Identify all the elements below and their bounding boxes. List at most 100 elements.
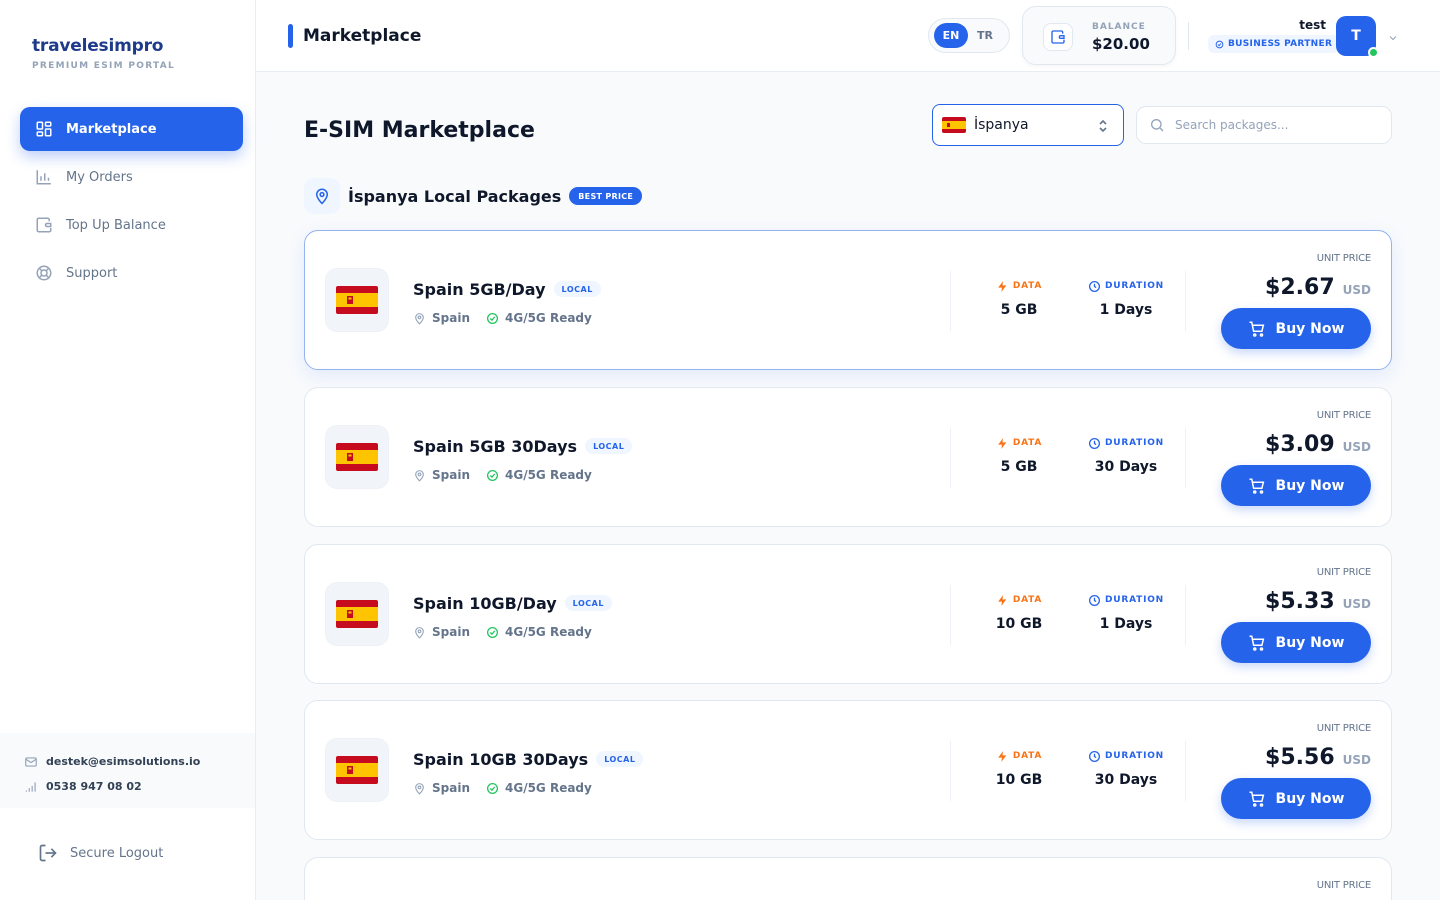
card-divider: [1185, 428, 1186, 488]
package-card[interactable]: Spain 5GB/Day LOCAL Spain 4G/5G Ready DA…: [304, 230, 1392, 370]
price-value: $3.09: [1265, 432, 1335, 457]
search-box: [1136, 106, 1392, 144]
sidebar-item-top-up-balance[interactable]: Top Up Balance: [20, 203, 243, 247]
package-name: Spain 10GB/Day: [413, 593, 557, 613]
check-circle-icon: [486, 782, 499, 795]
package-network: 4G/5G Ready: [505, 311, 592, 325]
grid-icon: [34, 119, 54, 139]
price-currency: USD: [1342, 597, 1371, 611]
brand-name: travelesimpro: [32, 36, 164, 56]
data-stat: DATA 10 GB: [985, 748, 1053, 788]
buy-now-button[interactable]: Buy Now: [1221, 778, 1371, 819]
duration-label: DURATION: [1104, 751, 1165, 761]
lifebuoy-icon: [34, 263, 54, 283]
card-divider: [950, 585, 951, 645]
package-country: Spain: [432, 625, 470, 639]
spain-flag-icon: [325, 425, 389, 489]
duration-value: 1 Days: [1099, 302, 1153, 318]
wallet-icon: [1043, 23, 1073, 51]
data-value: 5 GB: [1000, 459, 1038, 475]
price-value: $2.67: [1265, 275, 1335, 300]
package-network: 4G/5G Ready: [505, 468, 592, 482]
clock-icon: [1088, 594, 1101, 607]
clock-icon: [1088, 437, 1101, 450]
price-currency: USD: [1342, 753, 1371, 767]
duration-value: 30 Days: [1094, 459, 1158, 475]
map-pin-icon: [413, 782, 426, 795]
user-role-badge: BUSINESS PARTNER: [1208, 35, 1340, 53]
contact-email[interactable]: destek@esimsolutions.io: [24, 749, 255, 774]
duration-value: 30 Days: [1094, 772, 1158, 788]
card-divider: [950, 741, 951, 801]
sidebar-item-label: Support: [66, 265, 118, 281]
buy-now-label: Buy Now: [1275, 634, 1345, 651]
duration-value: 1 Days: [1099, 616, 1153, 632]
check-circle-icon: [486, 626, 499, 639]
spain-flag-icon: [325, 268, 389, 332]
card-divider: [950, 271, 951, 331]
map-pin-icon: [413, 469, 426, 482]
logout-button[interactable]: Secure Logout: [38, 843, 163, 863]
check-circle-icon: [486, 312, 499, 325]
lightning-icon: [996, 594, 1009, 607]
package-title: Spain 5GB/Day LOCAL: [413, 278, 601, 300]
data-value: 5 GB: [1000, 302, 1038, 318]
package-name: Spain 5GB 30Days: [413, 436, 578, 456]
buy-now-label: Buy Now: [1275, 477, 1345, 494]
page-title-text: Marketplace: [303, 26, 422, 46]
price-currency: USD: [1342, 440, 1371, 454]
package-card[interactable]: Spain 5GB 30Days LOCAL Spain 4G/5G Ready…: [304, 387, 1392, 527]
signal-icon: [24, 780, 38, 794]
data-stat: DATA 10 GB: [985, 592, 1053, 632]
sidebar-item-marketplace[interactable]: Marketplace: [20, 107, 243, 151]
unit-price-label: UNIT PRICE: [1316, 253, 1371, 264]
header-divider: [1188, 22, 1189, 50]
main-heading: E-SIM Marketplace: [304, 118, 535, 143]
contact-info: destek@esimsolutions.io 0538 947 08 02: [0, 733, 255, 808]
balance-card[interactable]: BALANCE $20.00: [1022, 6, 1176, 65]
package-network: 4G/5G Ready: [505, 625, 592, 639]
buy-now-button[interactable]: Buy Now: [1221, 465, 1371, 506]
package-title: Spain 5GB 30Days LOCAL: [413, 435, 633, 457]
balance-label: BALANCE: [1092, 22, 1146, 32]
price-value: $5.56: [1265, 745, 1335, 770]
duration-label: DURATION: [1104, 438, 1165, 448]
sidebar-item-my-orders[interactable]: My Orders: [20, 155, 243, 199]
section-title: İspanya Local Packages: [348, 186, 562, 206]
unit-price-label: UNIT PRICE: [1316, 410, 1371, 421]
duration-stat: DURATION 1 Days: [1075, 592, 1177, 632]
card-divider: [950, 428, 951, 488]
package-card[interactable]: Spain 10GB 30Days LOCAL Spain 4G/5G Read…: [304, 700, 1392, 840]
clock-icon: [1088, 280, 1101, 293]
cart-icon: [1248, 320, 1266, 338]
country-select[interactable]: İspanya: [932, 104, 1124, 146]
online-status-dot: [1368, 47, 1379, 58]
unit-price-label: UNIT PRICE: [1316, 880, 1371, 891]
price: $5.56 USD: [1265, 745, 1371, 770]
data-stat: DATA 5 GB: [985, 435, 1053, 475]
clock-icon: [1088, 750, 1101, 763]
chevron-down-icon[interactable]: [1387, 29, 1399, 48]
sidebar-item-support[interactable]: Support: [20, 251, 243, 295]
spain-flag-icon: [325, 582, 389, 646]
duration-stat: DURATION 30 Days: [1075, 748, 1177, 788]
brand-logo[interactable]: travelesimpro PREMIUM ESIM PORTAL: [32, 36, 175, 71]
user-role-text: BUSINESS PARTNER: [1228, 39, 1333, 49]
logout-icon: [38, 843, 58, 863]
lang-en-button[interactable]: EN: [934, 23, 968, 48]
local-badge: LOCAL: [553, 281, 601, 297]
contact-phone[interactable]: 0538 947 08 02: [24, 774, 255, 799]
card-divider: [1185, 585, 1186, 645]
package-card[interactable]: UNIT PRICE: [304, 857, 1392, 900]
local-badge: LOCAL: [564, 595, 612, 611]
package-meta: Spain 4G/5G Ready: [413, 309, 592, 327]
buy-now-button[interactable]: Buy Now: [1221, 622, 1371, 663]
sidebar-item-label: My Orders: [66, 169, 133, 185]
lang-tr-button[interactable]: TR: [968, 23, 1002, 48]
data-value: 10 GB: [995, 616, 1043, 632]
duration-label: DURATION: [1104, 281, 1165, 291]
unit-price-label: UNIT PRICE: [1316, 567, 1371, 578]
search-input[interactable]: [1175, 118, 1375, 132]
buy-now-button[interactable]: Buy Now: [1221, 308, 1371, 349]
package-card[interactable]: Spain 10GB/Day LOCAL Spain 4G/5G Ready D…: [304, 544, 1392, 684]
